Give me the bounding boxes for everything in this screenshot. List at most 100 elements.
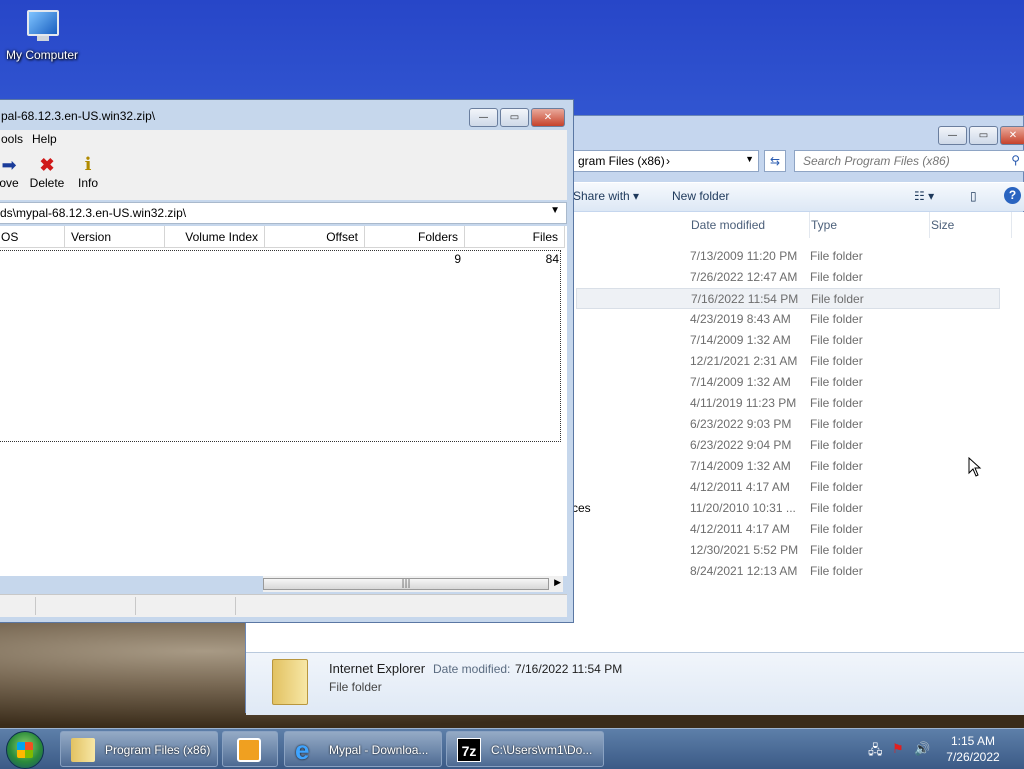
address-text: gram Files (x86)	[578, 154, 665, 168]
refresh-icon[interactable]: ⇆	[764, 150, 786, 172]
taskbar-item-explorer[interactable]: Program Files (x86)	[60, 731, 218, 767]
item-date: 11/20/2010 10:31 ...	[690, 501, 796, 515]
mouse-cursor-icon	[968, 457, 982, 477]
details-pane: Internet Explorer Date modified: 7/16/20…	[246, 652, 1024, 715]
menu-bar: ools Help	[0, 130, 567, 150]
item-date: 8/24/2021 12:13 AM	[690, 564, 798, 578]
column-files[interactable]: Files	[465, 226, 565, 248]
folders-value: 9	[454, 252, 461, 266]
windows-logo-icon	[17, 742, 33, 758]
taskbar-item-mypal[interactable]: e Mypal - Downloa...	[284, 731, 442, 767]
column-offset[interactable]: Offset	[265, 226, 365, 248]
taskbar-item-media-player[interactable]	[222, 731, 278, 767]
details-type: File folder	[329, 680, 382, 694]
item-date: 7/26/2022 12:47 AM	[690, 270, 798, 284]
address-bar[interactable]: gram Files (x86) › ▼	[573, 150, 759, 172]
info-label: Info	[77, 176, 98, 190]
delete-x-icon: ✖	[39, 155, 55, 175]
close-button[interactable]: ✕	[531, 108, 565, 127]
search-input[interactable]: Search Program Files (x86) ⚲	[794, 150, 1024, 172]
computer-icon	[23, 8, 61, 42]
breadcrumb-chevron-icon[interactable]: ›	[666, 154, 670, 168]
share-with-button[interactable]: Share with ▾	[573, 189, 639, 203]
search-icon[interactable]: ⚲	[1011, 153, 1020, 167]
item-date: 12/21/2021 2:31 AM	[690, 354, 798, 368]
clock[interactable]: 1:15 AM 7/26/2022	[940, 733, 1006, 765]
path-field[interactable]: ds\mypal-68.12.3.en-US.win32.zip\ ▼	[0, 202, 567, 224]
new-folder-button[interactable]: New folder	[672, 189, 729, 203]
menu-tools[interactable]: ools	[1, 132, 23, 146]
help-icon[interactable]: ?	[1004, 187, 1021, 204]
clock-time: 1:15 AM	[950, 734, 996, 748]
column-date-modified[interactable]: Date modified	[685, 212, 810, 238]
item-type: File folder	[810, 417, 863, 431]
taskbar-item-label: Mypal - Downloa...	[329, 743, 429, 757]
info-icon: i	[84, 154, 92, 175]
my-computer-desktop-icon[interactable]: My Computer	[2, 8, 82, 62]
item-date: 6/23/2022 9:03 PM	[690, 417, 792, 431]
item-name: ces	[572, 501, 591, 515]
view-options-icon[interactable]: ☷ ▾	[914, 189, 934, 203]
maximize-button[interactable]: ▭	[500, 108, 529, 127]
info-button[interactable]: i Info	[75, 154, 101, 190]
media-player-icon	[237, 738, 261, 762]
archive-list[interactable]: OS Version Volume Index Offset Folders F…	[0, 226, 567, 576]
minimize-button[interactable]: —	[938, 126, 967, 145]
menu-help[interactable]: Help	[32, 132, 57, 146]
delete-label: Delete	[29, 176, 65, 190]
item-date: 4/12/2011 4:17 AM	[690, 522, 790, 536]
column-size[interactable]: Size	[925, 212, 1012, 238]
path-dropdown-icon[interactable]: ▼	[550, 205, 560, 216]
column-volume-index[interactable]: Volume Index	[165, 226, 265, 248]
item-type: File folder	[810, 522, 863, 536]
files-value: 84	[545, 252, 559, 266]
taskbar-item-7zip[interactable]: 7z C:\Users\vm1\Do...	[446, 731, 604, 767]
item-date: 6/23/2022 9:04 PM	[690, 438, 792, 452]
status-bar	[0, 594, 567, 617]
7zip-toolbar: ➡ ove ✖ Delete i Info	[0, 150, 567, 200]
move-button[interactable]: ➡ ove	[0, 154, 21, 190]
system-tray: 🖧 ⚑ 🔊 1:15 AM 7/26/2022	[862, 729, 1024, 769]
volume-icon[interactable]: 🔊	[914, 741, 930, 757]
preview-pane-icon[interactable]: ▯	[970, 189, 977, 203]
item-type: File folder	[810, 543, 863, 557]
clock-date: 7/26/2022	[946, 750, 1000, 764]
7zip-titlebar[interactable]: pal-68.12.3.en-US.win32.zip\ — ▭ ✕	[0, 100, 573, 130]
taskbar: Program Files (x86) e Mypal - Downloa...…	[0, 728, 1024, 769]
item-date: 4/23/2019 8:43 AM	[690, 312, 791, 326]
item-type: File folder	[810, 312, 863, 326]
item-date: 7/16/2022 11:54 PM	[691, 292, 799, 306]
taskbar-item-label: Program Files (x86)	[105, 743, 211, 757]
item-type: File folder	[811, 292, 864, 306]
table-row[interactable]	[0, 250, 561, 442]
delete-button[interactable]: ✖ Delete	[29, 154, 65, 190]
item-type: File folder	[810, 396, 863, 410]
item-type: File folder	[810, 270, 863, 284]
column-version[interactable]: Version	[65, 226, 165, 248]
scroll-right-icon[interactable]: ▶	[554, 578, 561, 588]
action-center-flag-icon[interactable]: ⚑	[892, 741, 904, 757]
network-icon[interactable]: 🖧	[868, 741, 883, 763]
maximize-button[interactable]: ▭	[969, 126, 998, 145]
item-type: File folder	[810, 501, 863, 515]
list-item[interactable]: 7/16/2022 11:54 PM File folder	[576, 288, 1000, 309]
7zip-window[interactable]: pal-68.12.3.en-US.win32.zip\ — ▭ ✕ ools …	[0, 99, 574, 623]
horizontal-scrollbar[interactable]: ||| ▶	[263, 576, 563, 592]
column-type[interactable]: Type	[805, 212, 930, 238]
desktop-icon-label: My Computer	[5, 48, 79, 62]
item-date: 4/12/2011 4:17 AM	[690, 480, 790, 494]
dropdown-arrow-icon[interactable]: ▼	[745, 154, 754, 164]
item-type: File folder	[810, 375, 863, 389]
minimize-button[interactable]: —	[469, 108, 498, 127]
column-os[interactable]: OS	[0, 226, 65, 248]
item-date: 12/30/2021 5:52 PM	[690, 543, 799, 557]
item-type: File folder	[810, 459, 863, 473]
folder-icon	[71, 738, 95, 762]
start-button[interactable]	[6, 731, 44, 769]
taskbar-item-label: C:\Users\vm1\Do...	[491, 743, 593, 757]
scrollbar-thumb[interactable]: |||	[263, 578, 549, 590]
share-with-label: Share with	[573, 189, 630, 203]
column-folders[interactable]: Folders	[365, 226, 465, 248]
close-button[interactable]: ✕	[1000, 126, 1024, 145]
details-date-value: 7/16/2022 11:54 PM	[515, 662, 623, 676]
